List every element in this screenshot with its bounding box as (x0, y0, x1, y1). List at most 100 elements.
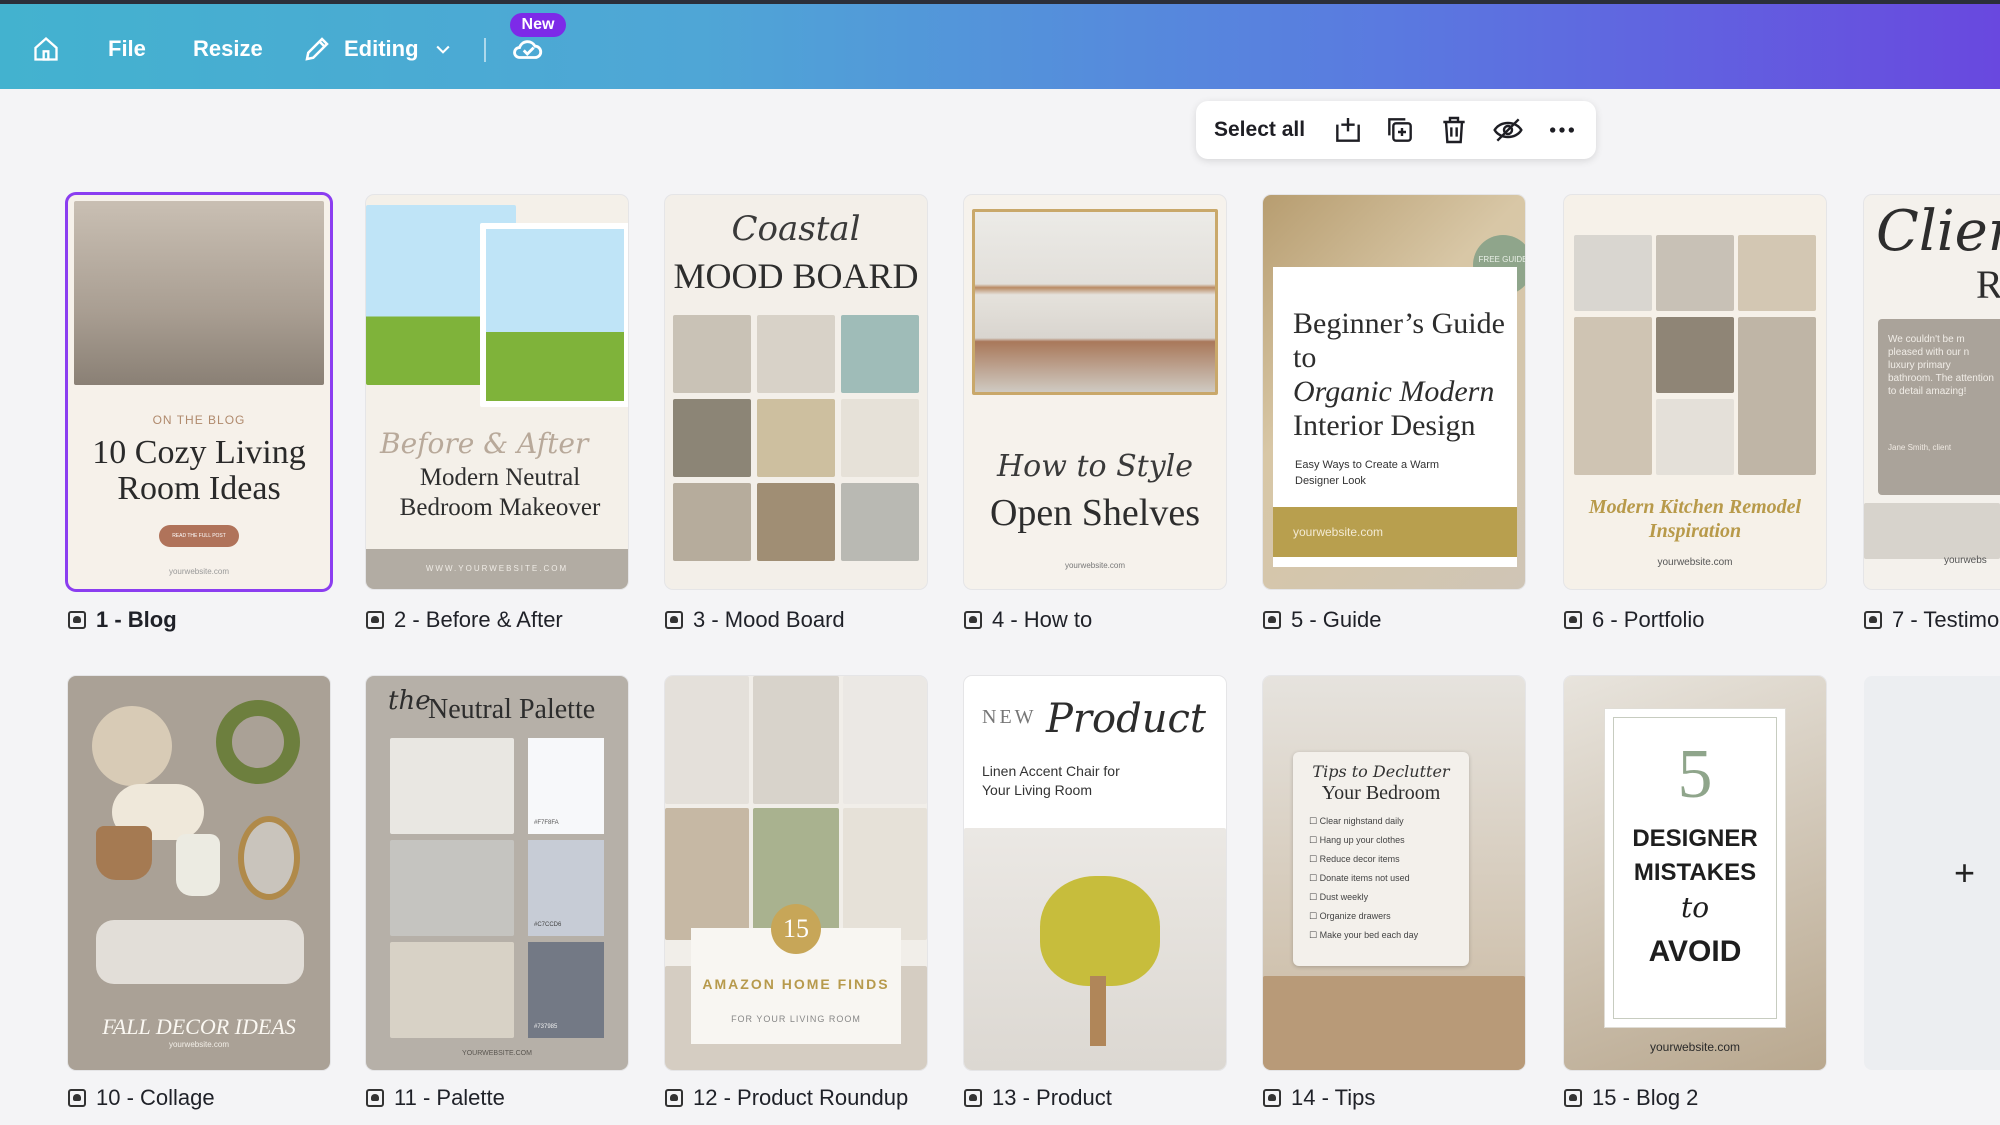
kitchen-photo (1738, 235, 1816, 311)
mood-photo (757, 399, 835, 477)
mood-photo (673, 315, 751, 393)
page-label-text: 7 - Testimo (1892, 607, 2000, 632)
page-15-title-c: AVOID (1648, 935, 1742, 968)
page-15-script: to (1680, 891, 1710, 924)
page-7-title: R (1976, 262, 2000, 307)
palette-photo (390, 738, 514, 834)
page-label-1[interactable]: 1 - Blog (68, 605, 177, 635)
page-label-12[interactable]: 12 - Product Roundup (665, 1083, 908, 1113)
page-thumbnail-4[interactable]: How to Style Open Shelves yourwebsite.co… (964, 195, 1226, 589)
page-7-script: Client (1876, 199, 2000, 264)
product-photo (843, 808, 927, 940)
living-room-photo (74, 201, 324, 385)
mirror-item (238, 816, 300, 900)
swatch-3-hex: #737985 (534, 1024, 558, 1030)
product-photo (665, 676, 749, 804)
file-menu[interactable]: File (108, 26, 146, 72)
page-label-7[interactable]: 7 - Testimo (1864, 605, 1999, 635)
page-4-title: Open Shelves (989, 492, 1201, 534)
page-5-card: Beginner’s Guide to Organic Modern Inter… (1273, 267, 1517, 567)
page-13-script: Product (1046, 696, 1206, 742)
editing-mode-dropdown[interactable]: Editing (302, 26, 453, 72)
page-label-text: 15 - Blog 2 (1592, 1085, 1699, 1110)
page-thumbnail-10[interactable]: FALL DECOR IDEAS yourwebsite.com (68, 676, 330, 1070)
page-thumbnail-15[interactable]: 5 DESIGNER MISTAKES to AVOID yourwebsite… (1564, 676, 1826, 1070)
page-thumbnail-14[interactable]: Tips to Declutter Your Bedroom ☐ Clear n… (1263, 676, 1525, 1070)
page-notes-icon (964, 1089, 982, 1107)
shelves-photo (972, 209, 1218, 395)
kitchen-photo (1656, 399, 1734, 475)
page-13-eyebrow: NEW (982, 706, 1037, 728)
page-label-text: 5 - Guide (1291, 607, 1382, 632)
page-1-eyebrow: ON THE BLOG (152, 413, 246, 427)
page-label-15[interactable]: 15 - Blog 2 (1564, 1083, 1698, 1113)
page-7-footer: yourwebs (1944, 555, 1987, 566)
duplicate-icon[interactable] (1384, 114, 1416, 146)
page-thumbnail-3[interactable]: Coastal MOOD BOARD (665, 195, 927, 589)
home-button[interactable] (32, 26, 60, 72)
add-page-icon[interactable] (1332, 114, 1364, 146)
swatch-1-hex: #F7F8FA (534, 820, 559, 826)
add-page-button[interactable]: + (1864, 676, 2000, 1070)
page-6-title: Modern Kitchen Remodel Inspiration (1588, 496, 1802, 542)
hide-icon[interactable] (1492, 114, 1524, 146)
page-label-text: 1 - Blog (96, 607, 177, 632)
page-12-sub: FOR YOUR LIVING ROOM (731, 1014, 861, 1024)
page-label-13[interactable]: 13 - Product (964, 1083, 1112, 1113)
page-15-title-a: DESIGNER (1632, 825, 1758, 852)
page-label-3[interactable]: 3 - Mood Board (665, 605, 845, 635)
page-2-footer: WWW.YOURWEBSITE.COM (366, 549, 628, 589)
page-5-title-b: Organic Modern (1293, 375, 1495, 408)
product-photo (665, 808, 749, 940)
page-1-cta: READ THE FULL POST (159, 525, 239, 547)
page-thumbnail-12[interactable]: 15 AMAZON HOME FINDS FOR YOUR LIVING ROO… (665, 676, 927, 1070)
more-icon[interactable] (1546, 114, 1578, 146)
page-5-footer: yourwebsite.com (1273, 507, 1517, 557)
basket-item (96, 826, 152, 880)
page-15-title-b: MISTAKES (1633, 859, 1757, 886)
selection-toolbar: Select all (1196, 101, 1596, 159)
page-14-script: Tips to Declutter (1312, 762, 1450, 781)
page-6-footer: yourwebsite.com (1657, 557, 1733, 568)
page-thumbnail-7[interactable]: Client R We couldn't be m pleased with o… (1864, 195, 2000, 589)
page-thumbnail-11[interactable]: the Neutral Palette #F7F8FA #C7CCD6 #737… (366, 676, 628, 1070)
page-7-quote-box: We couldn't be m pleased with our n luxu… (1878, 319, 2000, 495)
mood-photo (757, 315, 835, 393)
page-2-title: Modern Neutral Bedroom Makeover (399, 464, 601, 521)
page-4-footer: yourwebsite.com (1064, 561, 1126, 570)
select-all-button[interactable]: Select all (1214, 101, 1305, 159)
page-thumbnail-2[interactable]: Before & After Modern Neutral Bedroom Ma… (366, 195, 628, 589)
page-notes-icon (1564, 611, 1582, 629)
page-thumbnail-6[interactable]: Modern Kitchen Remodel Inspiration yourw… (1564, 195, 1826, 589)
product-photo (843, 676, 927, 804)
trash-icon[interactable] (1438, 114, 1470, 146)
page-notes-icon (665, 1089, 683, 1107)
page-label-5[interactable]: 5 - Guide (1263, 605, 1382, 635)
tips-checklist: ☐ Clear nighstand daily ☐ Hang up your c… (1309, 816, 1459, 949)
page-label-6[interactable]: 6 - Portfolio (1564, 605, 1705, 635)
page-label-4[interactable]: 4 - How to (964, 605, 1092, 635)
checklist-item: ☐ Dust weekly (1309, 892, 1369, 902)
page-thumbnail-1[interactable]: ON THE BLOG 10 Cozy Living Room Ideas RE… (68, 195, 330, 589)
page-10-title: FALL DECOR IDEAS (102, 1014, 296, 1039)
resize-menu[interactable]: Resize (193, 26, 263, 72)
page-15-card: 5 DESIGNER MISTAKES to AVOID (1604, 708, 1786, 1028)
sofa-item (96, 920, 304, 984)
page-label-11[interactable]: 11 - Palette (366, 1083, 505, 1113)
page-label-10[interactable]: 10 - Collage (68, 1083, 215, 1113)
kitchen-photo (1656, 235, 1734, 311)
after-photo-placeholder (480, 223, 628, 407)
page-label-2[interactable]: 2 - Before & After (366, 605, 563, 635)
page-label-text: 2 - Before & After (394, 607, 563, 632)
checklist-item: ☐ Donate items not used (1309, 873, 1410, 883)
page-notes-icon (366, 611, 384, 629)
palette-photo (390, 840, 514, 936)
page-notes-icon (1564, 1089, 1582, 1107)
swatch-2: #C7CCD6 (528, 840, 604, 936)
page-5-title-a: Beginner’s Guide to (1293, 307, 1505, 374)
page-thumbnail-5[interactable]: FREE GUIDE Beginner’s Guide to Organic M… (1263, 195, 1525, 589)
page-thumbnail-13[interactable]: NEW Product Linen Accent Chair for Your … (964, 676, 1226, 1070)
product-photo (753, 676, 839, 804)
page-label-14[interactable]: 14 - Tips (1263, 1083, 1375, 1113)
page-12-number: 15 (771, 904, 821, 954)
